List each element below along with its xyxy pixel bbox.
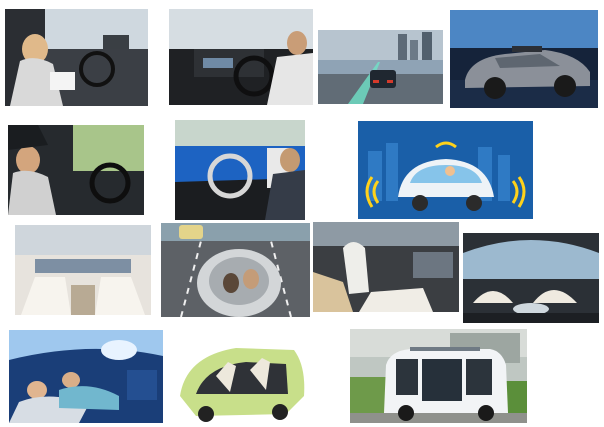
photo-man-hands-off-wheel: [169, 9, 313, 105]
photo-concept-interior-lounge: [15, 225, 151, 315]
photo-woman-reading-in-car: [5, 9, 148, 106]
photo-green-concept-cutaway: [176, 336, 307, 422]
photo-electric-shuttle-bus: [350, 329, 527, 423]
photo-car-sensor-view: [318, 30, 443, 104]
illustration-connected-pod-car: [358, 121, 533, 219]
photo-swivel-seat-interior: [313, 222, 459, 312]
photo-woman-relaxing: [8, 125, 144, 215]
photo-futuristic-lounge-interior: [463, 233, 599, 323]
photo-passengers-resting: [9, 330, 163, 423]
photo-autonomous-sedan: [450, 10, 598, 108]
photo-blue-dashboard: [175, 120, 305, 220]
photo-overhead-car-on-road: [161, 223, 310, 317]
